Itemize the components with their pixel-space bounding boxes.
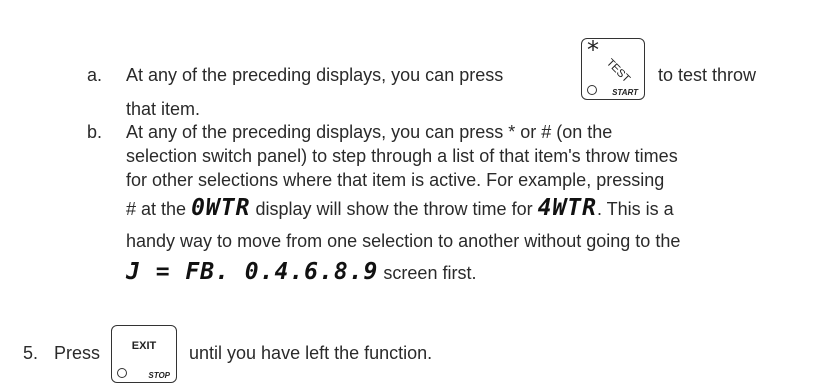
line4-prefix: # at the	[126, 199, 187, 219]
line4-suffix: . This is a	[596, 199, 674, 219]
lcd-0wtr: 0WTR	[191, 195, 251, 221]
lcd-4wtr: 4WTR	[537, 195, 597, 221]
test-key-label: TEST	[603, 56, 633, 86]
test-start-key: * TEST START	[581, 36, 645, 100]
asterisk-icon: *	[587, 36, 599, 64]
item-b-line5: handy way to move from one selection to …	[126, 231, 681, 251]
item-b-line4: # at the 0WTR display will show the thro…	[126, 197, 674, 220]
circle-icon	[587, 85, 597, 95]
step5-text-before: Press	[54, 343, 101, 363]
step5-text-after: until you have left the function.	[189, 343, 433, 363]
start-key-sublabel: START	[612, 88, 638, 97]
line6-suffix: screen first.	[383, 263, 477, 283]
line4-middle: display will show the throw time for	[255, 199, 533, 219]
item-a-line2: that item.	[126, 99, 201, 119]
item-b-line1: At any of the preceding displays, you ca…	[126, 122, 613, 142]
exit-key-label: EXIT	[131, 340, 157, 352]
exit-stop-key: EXIT STOP	[111, 325, 177, 383]
item-a-text-after: to test throw	[658, 65, 757, 85]
item-b-line3: for other selections where that item is …	[126, 170, 665, 190]
circle-icon	[117, 368, 127, 378]
item-a-text-before: At any of the preceding displays, you ca…	[126, 65, 504, 85]
step5-marker: 5.	[23, 343, 39, 363]
stop-key-sublabel: STOP	[148, 371, 170, 380]
item-b-line6: J = FB. 0.4.6.8.9 screen first.	[126, 261, 476, 284]
lcd-screen-display: J = FB. 0.4.6.8.9	[126, 259, 379, 285]
item-b-line2: selection switch panel) to step through …	[126, 146, 678, 166]
item-a-marker: a.	[87, 65, 103, 85]
item-b-marker: b.	[87, 122, 103, 142]
